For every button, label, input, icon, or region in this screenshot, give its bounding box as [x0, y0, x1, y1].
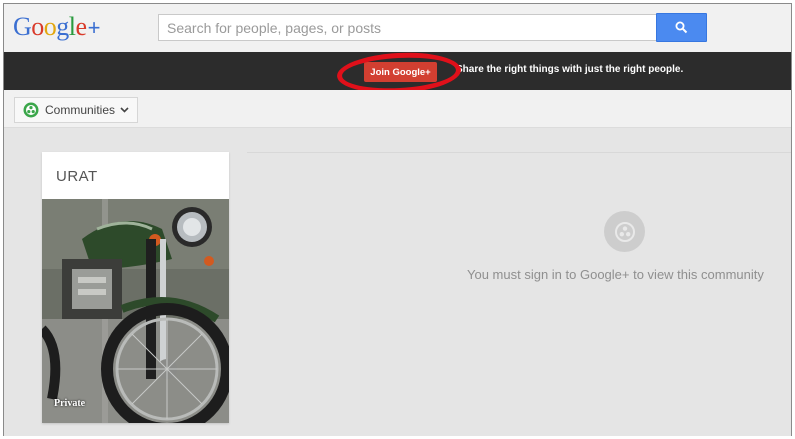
google-plus-logo[interactable]: Google+: [13, 12, 100, 43]
communities-bar: Communities: [4, 90, 791, 128]
community-cover-image: Private: [42, 199, 229, 423]
chevron-down-icon: [120, 107, 129, 113]
browser-frame: Google+ Search for people, pages, or pos…: [3, 3, 792, 436]
top-header: Google+ Search for people, pages, or pos…: [4, 4, 791, 52]
search-icon: [675, 21, 688, 34]
join-google-plus-button[interactable]: Join Google+: [364, 62, 437, 82]
content-divider: [247, 152, 791, 153]
logo-letter: o: [43, 12, 57, 41]
community-card[interactable]: URAT Private: [42, 152, 229, 423]
logo-letter: e: [75, 12, 88, 41]
community-name: URAT: [56, 168, 98, 185]
sign-in-message: You must sign in to Google+ to view this…: [467, 267, 764, 282]
logo-plus: +: [87, 15, 101, 40]
join-banner: Join Google+ Share the right things with…: [4, 49, 791, 97]
logo-letter: G: [13, 12, 32, 41]
search-button[interactable]: [656, 13, 707, 42]
logo-letter: g: [56, 12, 69, 41]
communities-label: Communities: [45, 103, 116, 117]
banner-tagline: Share the right things with just the rig…: [456, 64, 684, 75]
logo-letter: o: [31, 12, 44, 41]
privacy-label: Private: [54, 398, 86, 409]
search-input[interactable]: Search for people, pages, or posts: [158, 14, 657, 41]
motorcycle-photo: [42, 199, 229, 423]
logo-letter: l: [68, 12, 76, 41]
communities-gray-icon: [604, 211, 645, 252]
communities-icon: [23, 102, 39, 118]
communities-dropdown[interactable]: Communities: [14, 97, 138, 123]
